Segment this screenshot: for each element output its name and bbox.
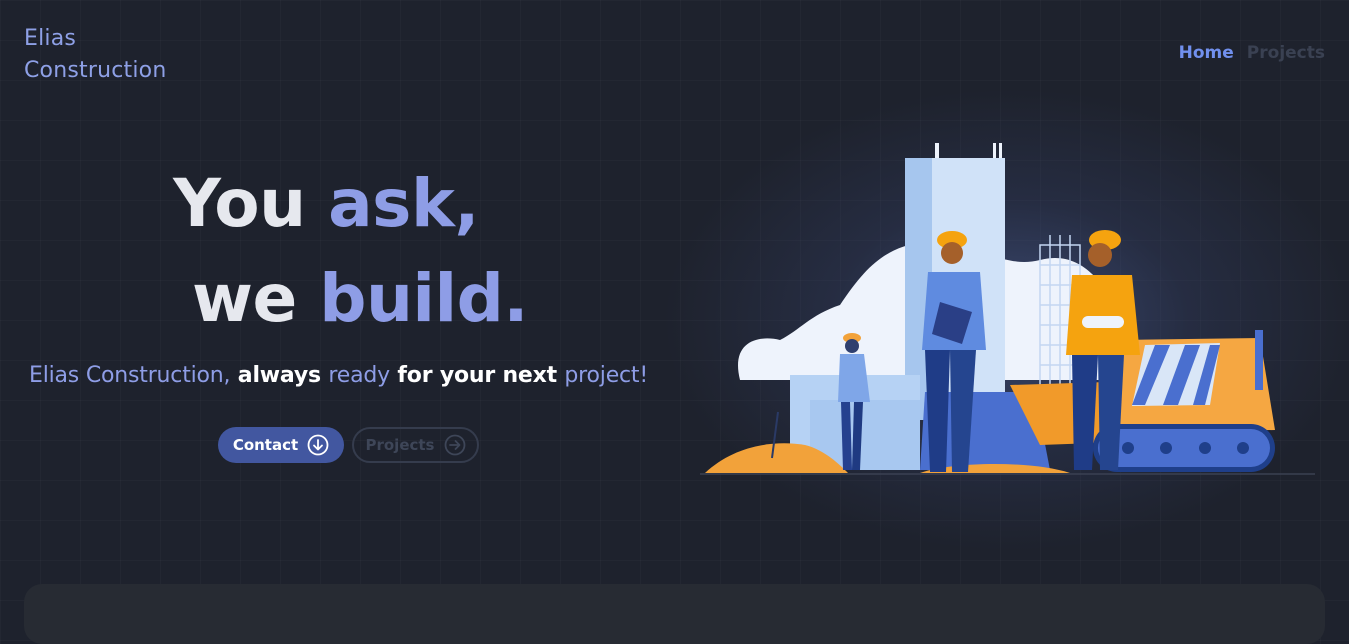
content-panel: [24, 584, 1325, 644]
contact-button[interactable]: Contact: [218, 427, 344, 463]
headline-build: build.: [319, 260, 528, 337]
top-nav: Home Projects: [1179, 43, 1325, 63]
projects-button[interactable]: Projects: [352, 427, 479, 463]
construction-illustration: [700, 143, 1315, 475]
tagline-part3: ready: [328, 363, 390, 388]
hero-headline-line1: You ask,: [0, 165, 676, 242]
tagline-part4: for your next: [389, 363, 565, 388]
contact-button-label: Contact: [232, 436, 299, 454]
tagline-part1: Elias Construction,: [29, 363, 231, 388]
arrow-down-circle-icon: [307, 434, 329, 456]
tagline-part5: project!: [564, 363, 648, 388]
headline-ask: ask,: [328, 165, 479, 242]
headline-you: You: [173, 165, 329, 242]
hero-headline-line2: we build.: [10, 260, 710, 337]
nav-projects-link[interactable]: Projects: [1247, 43, 1325, 63]
brand-name-line1: Elias: [24, 26, 77, 51]
tagline-part2: always: [230, 363, 329, 388]
nav-home-link[interactable]: Home: [1179, 43, 1234, 63]
headline-we: we: [191, 260, 320, 337]
brand-name-line2: Construction: [24, 58, 167, 83]
arrow-right-circle-icon: [444, 434, 466, 456]
projects-button-label: Projects: [365, 436, 435, 454]
hero-tagline: Elias Construction, always ready for you…: [29, 363, 648, 388]
brand-logo-link[interactable]: Elias Construction: [24, 23, 166, 87]
